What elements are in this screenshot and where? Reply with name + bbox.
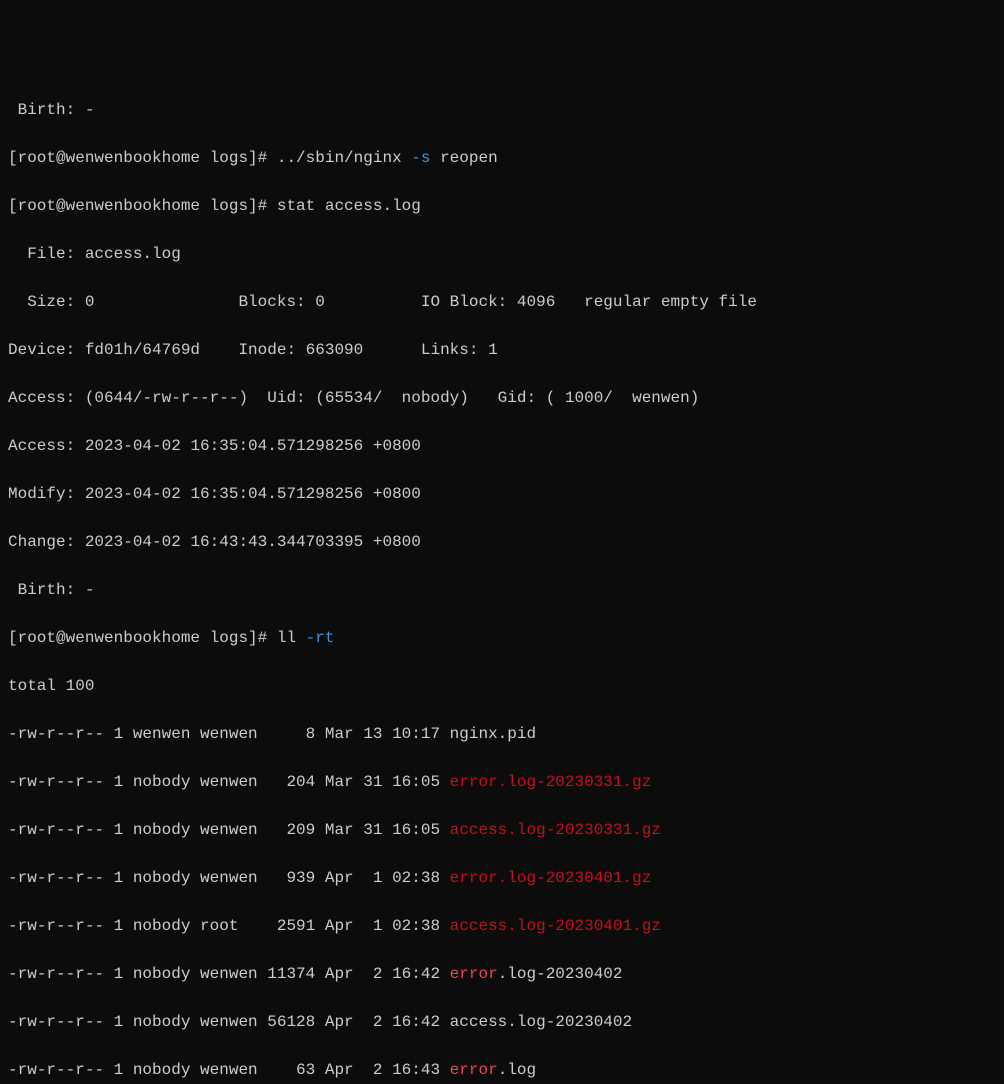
term-line: [root@wenwenbookhome logs]# ../sbin/ngin… xyxy=(8,146,996,170)
stat-output: Birth: - xyxy=(8,581,94,599)
file-meta: -rw-r--r-- 1 nobody wenwen 939 Apr 1 02:… xyxy=(8,869,450,887)
term-line: -rw-r--r-- 1 nobody wenwen 204 Mar 31 16… xyxy=(8,770,996,794)
term-line: Access: (0644/-rw-r--r--) Uid: (65534/ n… xyxy=(8,386,996,410)
file-name-archive: access.log-20230331.gz xyxy=(450,821,661,839)
command-text: ../sbin/nginx xyxy=(277,149,411,167)
term-line: total 100 xyxy=(8,674,996,698)
term-line: Modify: 2023-04-02 16:35:04.571298256 +0… xyxy=(8,482,996,506)
stat-output: File: access.log xyxy=(8,245,181,263)
file-meta: -rw-r--r-- 1 nobody wenwen 11374 Apr 2 1… xyxy=(8,965,450,983)
file-meta: -rw-r--r-- 1 nobody root 2591 Apr 1 02:3… xyxy=(8,917,450,935)
term-line: -rw-r--r-- 1 nobody wenwen 11374 Apr 2 1… xyxy=(8,962,996,986)
command-flag: -s xyxy=(411,149,430,167)
term-line: -rw-r--r-- 1 nobody wenwen 939 Apr 1 02:… xyxy=(8,866,996,890)
term-line: -rw-r--r-- 1 wenwen wenwen 8 Mar 13 10:1… xyxy=(8,722,996,746)
stat-output: Modify: 2023-04-02 16:35:04.571298256 +0… xyxy=(8,485,421,503)
command-output: Birth: - xyxy=(8,101,94,119)
stat-output: Device: fd01h/64769d Inode: 663090 Links… xyxy=(8,341,498,359)
stat-output: Size: 0 Blocks: 0 IO Block: 4096 regular… xyxy=(8,293,757,311)
stat-output: Access: 2023-04-02 16:35:04.571298256 +0… xyxy=(8,437,421,455)
term-line: Access: 2023-04-02 16:35:04.571298256 +0… xyxy=(8,434,996,458)
prompt: [root@wenwenbookhome logs]# xyxy=(8,149,277,167)
term-line: Size: 0 Blocks: 0 IO Block: 4096 regular… xyxy=(8,290,996,314)
term-line: Device: fd01h/64769d Inode: 663090 Links… xyxy=(8,338,996,362)
file-name-archive: error.log-20230401.gz xyxy=(450,869,652,887)
term-line: File: access.log xyxy=(8,242,996,266)
command-text: stat access.log xyxy=(277,197,421,215)
term-line: Birth: - xyxy=(8,578,996,602)
term-line: [root@wenwenbookhome logs]# ll -rt xyxy=(8,626,996,650)
command-flag: -rt xyxy=(306,629,335,647)
file-name-suffix: .log xyxy=(498,1061,536,1079)
file-name-error: error xyxy=(450,1061,498,1079)
file-name-archive: error.log-20230331.gz xyxy=(450,773,652,791)
file-name-archive: access.log-20230401.gz xyxy=(450,917,661,935)
command-text: reopen xyxy=(430,149,497,167)
command-text: ll xyxy=(277,629,306,647)
term-line: -rw-r--r-- 1 nobody wenwen 56128 Apr 2 1… xyxy=(8,1010,996,1034)
term-line: Birth: - xyxy=(8,98,996,122)
file-entry: -rw-r--r-- 1 nobody wenwen 56128 Apr 2 1… xyxy=(8,1013,632,1031)
term-line: -rw-r--r-- 1 nobody root 2591 Apr 1 02:3… xyxy=(8,914,996,938)
ll-output: total 100 xyxy=(8,677,94,695)
file-meta: -rw-r--r-- 1 nobody wenwen 209 Mar 31 16… xyxy=(8,821,450,839)
stat-output: Access: (0644/-rw-r--r--) Uid: (65534/ n… xyxy=(8,389,699,407)
file-name-suffix: .log-20230402 xyxy=(498,965,623,983)
file-meta: -rw-r--r-- 1 nobody wenwen 204 Mar 31 16… xyxy=(8,773,450,791)
file-entry: -rw-r--r-- 1 wenwen wenwen 8 Mar 13 10:1… xyxy=(8,725,536,743)
file-meta: -rw-r--r-- 1 nobody wenwen 63 Apr 2 16:4… xyxy=(8,1061,450,1079)
term-line: [root@wenwenbookhome logs]# stat access.… xyxy=(8,194,996,218)
prompt: [root@wenwenbookhome logs]# xyxy=(8,629,277,647)
term-line: Change: 2023-04-02 16:43:43.344703395 +0… xyxy=(8,530,996,554)
stat-output: Change: 2023-04-02 16:43:43.344703395 +0… xyxy=(8,533,421,551)
prompt: [root@wenwenbookhome logs]# xyxy=(8,197,277,215)
file-name-error: error xyxy=(450,965,498,983)
term-line: -rw-r--r-- 1 nobody wenwen 209 Mar 31 16… xyxy=(8,818,996,842)
term-line: -rw-r--r-- 1 nobody wenwen 63 Apr 2 16:4… xyxy=(8,1058,996,1082)
